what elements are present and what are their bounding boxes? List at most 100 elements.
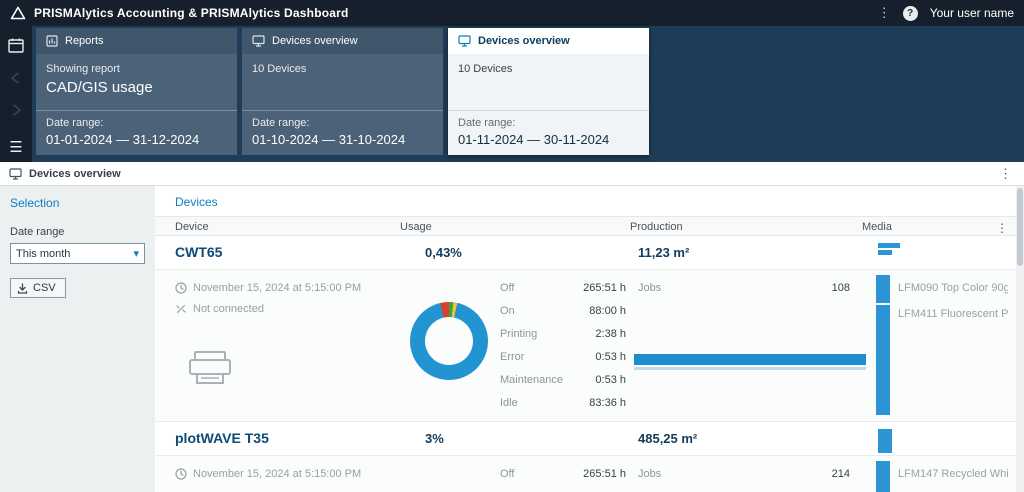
media-label: LFM411 Fluorescent Pa… [898, 304, 1008, 330]
card-devices-prev-count: 10 Devices [252, 63, 433, 75]
state-label: Printing [500, 328, 537, 340]
calendar-icon[interactable] [8, 38, 24, 53]
vertical-scrollbar[interactable] [1016, 186, 1024, 492]
device-detail-plotwave-t35: November 15, 2024 at 5:15:00 PM Off 265:… [155, 456, 1016, 492]
state-row-error: Error 0:53 h [500, 345, 626, 368]
media-mini-chart [878, 429, 892, 453]
devices-section-title: Devices [155, 186, 1016, 216]
card-devices-prev-title: Devices overview [272, 35, 358, 47]
card-devices-current-body: 10 Devices [448, 54, 649, 110]
table-header: Device Usage Production Media ⋮ [155, 216, 1016, 236]
clock-icon [175, 282, 187, 294]
state-label: Off [500, 282, 514, 294]
last-update-row: November 15, 2024 at 5:15:00 PM [175, 468, 361, 480]
media-labels: LFM090 Top Color 90g… LFM411 Fluorescent… [898, 278, 1008, 330]
device-usage: 3% [425, 431, 444, 446]
jobs-row: Jobs 108 [638, 282, 850, 294]
nav-forward-icon[interactable] [8, 103, 24, 117]
state-value: 83:36 h [589, 397, 626, 409]
card-devices-overview-prev[interactable]: Devices overview 10 Devices Date range: … [242, 28, 443, 155]
state-value: 265:51 h [583, 468, 626, 480]
table-overflow-menu-icon[interactable]: ⋮ [996, 221, 1008, 235]
card-reports[interactable]: Reports Showing report CAD/GIS usage Dat… [36, 28, 237, 155]
device-usage: 0,43% [425, 245, 462, 260]
card-devices-overview-current[interactable]: Devices overview 10 Devices Date range: … [448, 28, 649, 155]
card-devices-prev-header: Devices overview [242, 28, 443, 54]
app-logo-icon [10, 6, 26, 20]
card-reports-subtitle: Showing report [46, 63, 227, 75]
state-label: Error [500, 351, 524, 363]
not-connected-icon [175, 303, 187, 315]
jobs-label: Jobs [638, 468, 661, 480]
last-update-row: November 15, 2024 at 5:15:00 PM [175, 282, 361, 294]
monitor-icon [252, 35, 265, 47]
monitor-icon [458, 35, 471, 47]
card-devices-prev-date-range: Date range: 01-10-2024 — 31-10-2024 [242, 110, 443, 155]
card-reports-report-name: CAD/GIS usage [46, 79, 227, 96]
column-header-usage: Usage [400, 221, 432, 233]
state-row-printing: Printing 2:38 h [500, 322, 626, 345]
export-csv-button[interactable]: CSV [10, 278, 66, 298]
date-range-selected-value: This month [16, 248, 133, 260]
jobs-value: 108 [832, 282, 850, 294]
date-range-select[interactable]: This month ▾ [10, 243, 145, 264]
table-row-plotwave-t35[interactable]: plotWAVE T35 3% 485,25 m² [155, 422, 1016, 456]
user-name[interactable]: Your user name [930, 6, 1014, 20]
device-production: 11,23 m² [638, 245, 689, 260]
scrollbar-thumb[interactable] [1017, 188, 1023, 266]
last-update-timestamp: November 15, 2024 at 5:15:00 PM [193, 468, 361, 480]
connection-status-text: Not connected [193, 303, 264, 315]
card-devices-current-title: Devices overview [478, 35, 570, 47]
panel-header: Devices overview ⋮ [0, 162, 1024, 186]
card-devices-current-count: 10 Devices [458, 63, 639, 75]
jobs-value: 214 [832, 468, 850, 480]
connection-status-row: Not connected [175, 303, 264, 315]
date-range-field-label: Date range [10, 226, 145, 238]
chevron-down-icon: ▾ [133, 247, 139, 260]
production-bar [634, 354, 866, 365]
card-reports-title: Reports [65, 35, 104, 47]
help-icon[interactable]: ? [903, 6, 918, 21]
media-label: LFM147 Recycled Whit… [898, 464, 1008, 490]
state-row-maintenance: Maintenance 0:53 h [500, 368, 626, 391]
device-name: plotWAVE T35 [175, 430, 269, 446]
report-cards: Reports Showing report CAD/GIS usage Dat… [36, 28, 649, 155]
hamburger-menu-icon[interactable]: ☰ [9, 138, 22, 156]
date-range-value: 01-10-2024 — 31-10-2024 [252, 132, 433, 147]
media-mini-chart [878, 243, 900, 257]
state-value: 0:53 h [595, 351, 626, 363]
device-production: 485,25 m² [638, 431, 697, 446]
date-range-value: 01-01-2024 — 31-12-2024 [46, 132, 227, 147]
card-devices-current-header: Devices overview [448, 28, 649, 54]
clock-icon [175, 468, 187, 480]
card-reports-date-range: Date range: 01-01-2024 — 31-12-2024 [36, 110, 237, 155]
selection-sidebar: Selection Date range This month ▾ CSV [0, 186, 155, 492]
column-header-device: Device [175, 221, 209, 233]
jobs-label: Jobs [638, 282, 661, 294]
report-icon [46, 35, 58, 47]
state-label: Off [500, 468, 514, 480]
state-row-off: Off 265:51 h [500, 462, 626, 485]
state-value: 2:38 h [595, 328, 626, 340]
media-label: LFM090 Top Color 90g… [898, 278, 1008, 304]
top-app-bar: PRISMAlytics Accounting & PRISMAlytics D… [0, 0, 1024, 26]
state-value: 0:53 h [595, 374, 626, 386]
selection-title: Selection [10, 196, 145, 210]
panel-overflow-menu-icon[interactable]: ⋮ [996, 166, 1015, 182]
media-labels: LFM147 Recycled Whit… [898, 464, 1008, 490]
nav-back-icon[interactable] [8, 71, 24, 85]
card-devices-prev-body: 10 Devices [242, 54, 443, 110]
left-rail: ☰ [0, 26, 32, 162]
state-row-on: On 88:00 h [500, 299, 626, 322]
dashboard-tabs-zone: ☰ Reports Showing report CAD/GIS usage D… [0, 26, 1024, 162]
card-reports-body: Showing report CAD/GIS usage [36, 54, 237, 110]
table-row-cwt65[interactable]: CWT65 0,43% 11,23 m² [155, 236, 1016, 270]
state-list: Off 265:51 h On 88:00 h Printing 2:38 h … [500, 276, 626, 414]
device-name: CWT65 [175, 244, 222, 260]
state-label: Maintenance [500, 374, 563, 386]
card-reports-header: Reports [36, 28, 237, 54]
date-range-value: 01-11-2024 — 30-11-2024 [458, 132, 639, 147]
topbar-overflow-menu-icon[interactable]: ⋮ [874, 5, 895, 21]
state-value: 265:51 h [583, 282, 626, 294]
export-csv-label: CSV [33, 282, 56, 294]
